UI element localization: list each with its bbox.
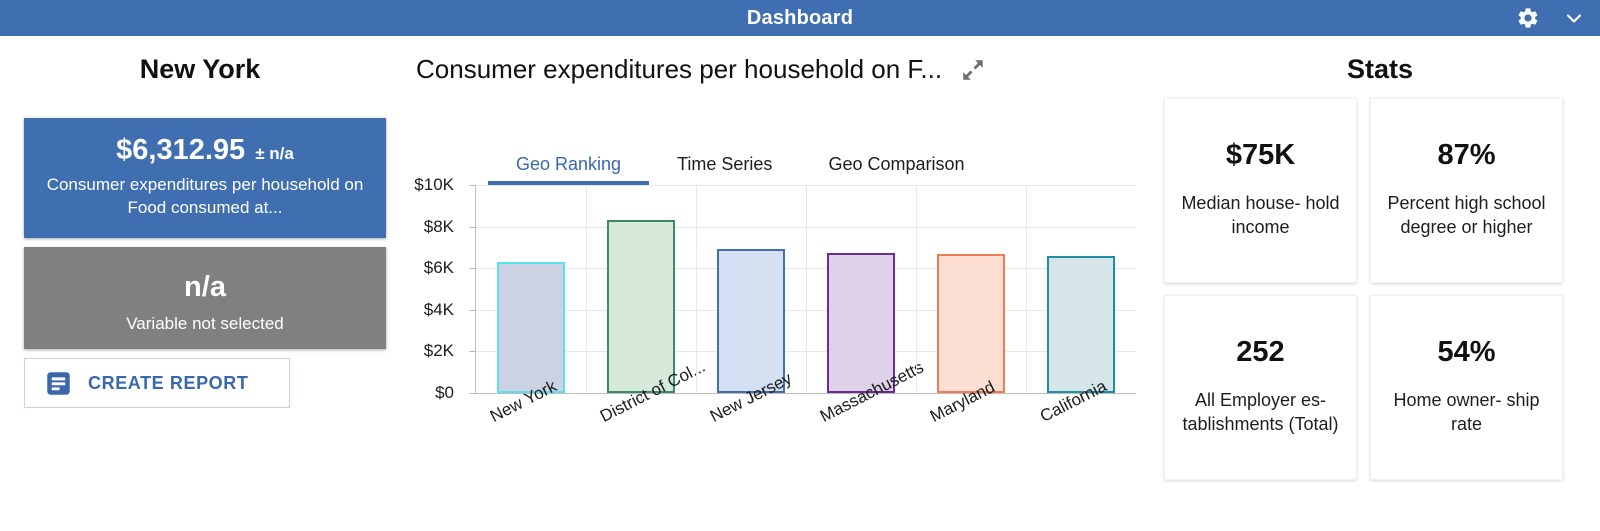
stat-card-high-school-degree[interactable]: 87% Percent high school degree or higher bbox=[1370, 98, 1563, 283]
chart-bar[interactable] bbox=[827, 253, 895, 393]
chart-bar[interactable] bbox=[497, 262, 565, 393]
kpi-value-row: n/a bbox=[38, 273, 372, 302]
stat-value: $75K bbox=[1225, 139, 1296, 172]
stat-card-home-ownership-rate[interactable]: 54% Home owner- ship rate bbox=[1370, 295, 1563, 480]
chart-y-tick-label: $10K bbox=[414, 175, 454, 194]
chart-y-tick-label: $0 bbox=[435, 383, 454, 402]
chart-vertical-gridline bbox=[916, 185, 917, 393]
chart-y-tick-label: $6K bbox=[423, 258, 454, 278]
stats-title: Stats bbox=[1346, 54, 1414, 84]
create-report-button[interactable]: CREATE REPORT bbox=[24, 358, 290, 408]
chart-y-tick-label: $4K bbox=[423, 299, 454, 319]
chart-header: Consumer expenditures per household on F… bbox=[416, 54, 1146, 85]
right-panel: Stats $75K Median house- hold income 87%… bbox=[1160, 36, 1600, 531]
stat-card-employer-establishments[interactable]: 252 All Employer es- tablishments (Total… bbox=[1164, 295, 1357, 480]
stat-value: 87% bbox=[1437, 139, 1496, 172]
stat-label: All Employer es- tablishments (Total) bbox=[1182, 390, 1339, 434]
gear-icon[interactable] bbox=[1516, 6, 1540, 30]
chart-bar[interactable] bbox=[607, 220, 675, 393]
stat-label: Home owner- ship rate bbox=[1393, 390, 1540, 434]
kpi-card-secondary[interactable]: n/a Variable not selected bbox=[24, 247, 386, 349]
chart-y-tick-label: $2K bbox=[423, 341, 454, 361]
create-report-label: CREATE REPORT bbox=[88, 372, 249, 393]
stat-value: 54% bbox=[1437, 336, 1496, 369]
app-header-actions bbox=[1516, 0, 1586, 36]
stat-label: Percent high school degree or higher bbox=[1387, 193, 1546, 237]
left-panel: New York $6,312.95 ± n/a Consumer expend… bbox=[0, 36, 400, 531]
bar-chart: $0 $2K $4K $6K $8K $10K New York District of Co… bbox=[400, 175, 1160, 531]
stat-value: 252 bbox=[1236, 336, 1285, 369]
geography-title: New York bbox=[139, 54, 261, 84]
kpi-value: $6,312.95 bbox=[116, 134, 246, 166]
chart-y-tick-mark bbox=[469, 351, 476, 353]
chart-vertical-gridline bbox=[696, 185, 697, 393]
chart-plot-area: $0 $2K $4K $6K $8K $10K New York District of Co… bbox=[414, 175, 1136, 426]
chart-y-tick-mark bbox=[469, 226, 476, 228]
kpi-card-primary[interactable]: $6,312.95 ± n/a Consumer expenditures pe… bbox=[24, 118, 386, 238]
stat-label: Median house- hold income bbox=[1181, 193, 1340, 237]
chart-y-tick-label: $8K bbox=[423, 216, 454, 236]
dashboard-body: New York $6,312.95 ± n/a Consumer expend… bbox=[0, 36, 1600, 531]
chart-bar[interactable] bbox=[1047, 256, 1115, 393]
report-document-icon bbox=[45, 370, 72, 397]
kpi-label: Consumer expenditures per household on F… bbox=[46, 175, 364, 218]
chart-vertical-gridline bbox=[586, 185, 587, 393]
chart-title: Consumer expenditures per household on F… bbox=[416, 54, 943, 84]
chart-y-tick-mark bbox=[469, 393, 476, 394]
chart-vertical-gridline bbox=[806, 185, 807, 393]
center-panel: Consumer expenditures per household on F… bbox=[400, 36, 1160, 531]
kpi-card-stack: $6,312.95 ± n/a Consumer expenditures pe… bbox=[24, 118, 386, 349]
kpi-margin-of-error: ± n/a bbox=[255, 144, 294, 163]
chart-y-tick-mark bbox=[469, 309, 476, 311]
app-header-bar: Dashboard bbox=[0, 0, 1600, 36]
app-title: Dashboard bbox=[746, 6, 854, 29]
chart-y-tick-mark bbox=[469, 268, 476, 270]
chart-vertical-gridline bbox=[1026, 185, 1027, 393]
kpi-value-row: $6,312.95 ± n/a bbox=[38, 136, 372, 165]
chart-bar[interactable] bbox=[937, 254, 1005, 393]
chart-y-tick-mark bbox=[469, 185, 476, 186]
stats-grid: $75K Median house- hold income 87% Perce… bbox=[1164, 98, 1576, 480]
kpi-label: Variable not selected bbox=[126, 314, 284, 333]
chevron-down-icon[interactable] bbox=[1562, 6, 1586, 30]
stat-card-median-household-income[interactable]: $75K Median house- hold income bbox=[1164, 98, 1357, 283]
chart-bar[interactable] bbox=[717, 249, 785, 393]
kpi-value: n/a bbox=[184, 271, 226, 303]
expand-fullscreen-icon[interactable] bbox=[960, 57, 986, 83]
